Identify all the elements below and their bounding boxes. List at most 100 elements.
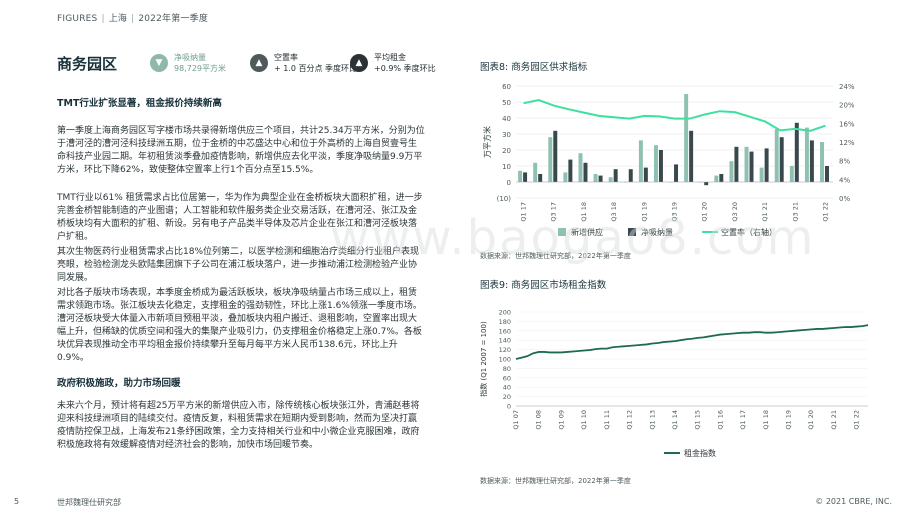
chart9-source: 数据来源：世邦魏理仕研究部，2022年第一季度 <box>480 477 631 485</box>
bar-net-absorption <box>643 167 648 182</box>
y-tick-label: 20 <box>502 147 511 155</box>
body-paragraph-5: 未来六个月，预计将有超25万平方米的新增供应入市，除传统核心板块张江外，青浦赵巷… <box>57 401 420 450</box>
footer-org: 世邦魏理仕研究部 <box>57 498 121 507</box>
heading: 政府积极施政，助力市场回暖 <box>57 378 181 389</box>
kpi-net-absorption: ▼ 净吸纳量 98,729平方米 <box>150 52 226 74</box>
chart8-source: 数据来源：世邦魏理仕研究部，2022年第一季度 <box>480 252 631 260</box>
x-tick-label: Q1 20 <box>807 410 815 430</box>
y-tick-label: 10 <box>502 163 511 171</box>
x-tick-label: Q1 17 <box>739 410 747 430</box>
x-tick-label: Q1 19 <box>640 202 648 222</box>
y2-tick-label: 20% <box>839 102 855 110</box>
kpi-value: 98,729平方米 <box>174 64 226 73</box>
kpi-value: +0.9% 季度环比 <box>374 64 436 73</box>
chart8-title: 图表8: 商务园区供求指标 <box>480 62 588 73</box>
bar-new-supply <box>789 166 794 182</box>
bar-net-absorption <box>553 130 558 182</box>
bar-net-absorption <box>523 172 528 182</box>
x-tick-label: Q3 20 <box>731 202 739 222</box>
x-tick-label: Q1 13 <box>648 410 656 430</box>
bar-new-supply <box>684 94 689 182</box>
bar-net-absorption <box>689 130 694 182</box>
bar-net-absorption <box>824 166 829 182</box>
x-tick-label: Q1 22 <box>853 410 861 430</box>
x-tick-label: Q3 19 <box>671 202 679 222</box>
market-label: 上海 <box>108 14 128 24</box>
bar-new-supply <box>593 174 598 182</box>
header-separator: | <box>101 14 105 24</box>
x-tick-label: Q1 15 <box>694 410 702 430</box>
vacancy-line <box>523 98 826 132</box>
y-tick-label: (10) <box>497 195 512 203</box>
bar-net-absorption <box>658 150 663 182</box>
kpi-label: 净吸纳量 <box>174 53 206 62</box>
bar-new-supply <box>533 162 538 182</box>
x-tick-label: Q1 10 <box>580 410 588 430</box>
y-tick-label: 180 <box>499 318 511 326</box>
bar-net-absorption <box>598 175 603 182</box>
figures-label: FIGURES <box>57 14 98 24</box>
bar-net-absorption <box>628 169 633 182</box>
arrow-down-icon: ▼ <box>150 54 168 72</box>
bar-new-supply <box>759 167 764 182</box>
bar-new-supply <box>744 146 749 182</box>
x-tick-label: Q1 14 <box>671 410 679 430</box>
bar-net-absorption <box>538 174 543 182</box>
y-tick-label: 0 <box>507 403 511 411</box>
bar-new-supply <box>774 129 779 182</box>
footer-copyright: © 2021 CBRE, INC. <box>815 497 892 506</box>
bar-new-supply <box>804 127 809 182</box>
y-tick-label: 40 <box>503 384 511 392</box>
rent-index-line <box>515 324 869 360</box>
y2-tick-label: 12% <box>839 139 855 147</box>
y-tick-label: 100 <box>499 356 511 364</box>
legend-swatch <box>628 228 636 236</box>
bar-new-supply <box>714 175 719 182</box>
arrow-up-icon: ▲ <box>350 54 368 72</box>
y-tick-label: 20 <box>503 393 511 401</box>
x-tick-label: Q1 22 <box>821 202 829 222</box>
x-tick-label: Q1 16 <box>716 410 724 430</box>
kpi-value: + 1.0 百分点 季度环比 <box>274 64 358 73</box>
y-tick-label: 60 <box>502 83 511 91</box>
x-tick-label: Q1 21 <box>761 202 769 222</box>
y-axis-label: 指数 (Q1 2007 = 100) <box>479 321 488 397</box>
x-tick-label: Q1 08 <box>535 410 543 430</box>
bar-net-absorption <box>568 159 573 182</box>
y-tick-label: 160 <box>499 327 511 335</box>
legend-label: 净吸纳量 <box>641 227 673 237</box>
bar-net-absorption <box>613 169 618 182</box>
y-tick-label: 80 <box>503 365 511 373</box>
bar-net-absorption <box>779 137 784 182</box>
page-number: 5 <box>14 497 20 506</box>
bar-net-absorption <box>704 182 709 186</box>
y2-tick-label: 0% <box>839 195 850 203</box>
header-separator: | <box>131 14 135 24</box>
bar-net-absorption <box>734 146 739 182</box>
bar-new-supply <box>729 161 734 182</box>
bar-new-supply <box>653 145 658 182</box>
body-paragraph-1: 第一季度上海商务园区写字楼市场共录得新增供应三个项目，共计25.34万平方米，分… <box>57 126 425 175</box>
arrow-up-icon: ▲ <box>250 54 268 72</box>
y-tick-label: 30 <box>502 131 511 139</box>
bar-net-absorption <box>764 148 769 182</box>
kpi-vacancy: ▲ 空置率 + 1.0 百分点 季度环比 <box>250 52 357 74</box>
y-tick-label: 200 <box>499 309 511 317</box>
body-heading-1: TMT行业扩张显著，租金报价持续新高 <box>57 97 425 110</box>
kpi-rent: ▲ 平均租金 +0.9% 季度环比 <box>350 52 436 74</box>
bar-net-absorption <box>749 151 754 182</box>
x-tick-label: Q1 07 <box>512 410 520 430</box>
x-tick-label: Q1 17 <box>520 202 528 222</box>
x-tick-label: Q1 09 <box>557 410 565 430</box>
heading: TMT行业扩张显著，租金报价持续新高 <box>57 98 222 109</box>
bar-net-absorption <box>809 140 814 182</box>
chart8-supply-demand: (10) 0 10 20 30 40 50 60 0% 4% 8% 12% 16% 20% 24% 万平方米 Q… <box>482 83 855 237</box>
y-tick-label: 60 <box>503 374 511 382</box>
period-label: 2022年第一季度 <box>138 14 209 24</box>
y-tick-label: 50 <box>502 99 511 107</box>
x-tick-label: Q1 21 <box>830 410 838 430</box>
bar-new-supply <box>563 172 568 182</box>
y2-tick-label: 24% <box>839 83 855 91</box>
bar-new-supply <box>518 170 523 182</box>
x-tick-label: Q1 12 <box>626 410 634 430</box>
